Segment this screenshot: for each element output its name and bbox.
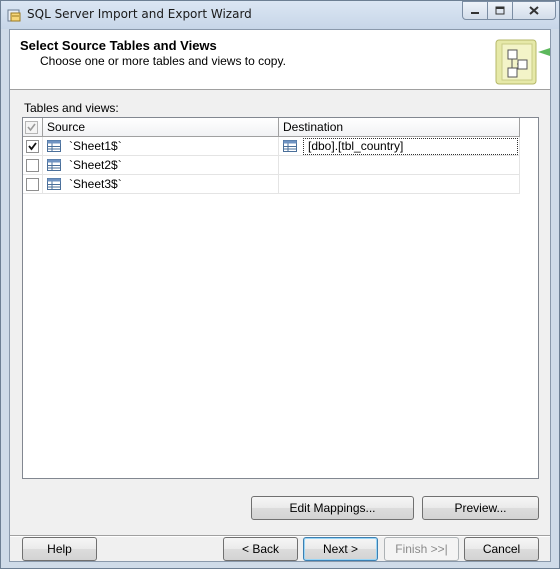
- source-cell[interactable]: `Sheet3$`: [43, 175, 279, 194]
- maximize-icon: [495, 6, 505, 15]
- destination-cell[interactable]: [279, 175, 520, 194]
- column-header-destination[interactable]: Destination: [279, 118, 520, 137]
- finish-button[interactable]: Finish >>|: [384, 537, 459, 561]
- minimize-button[interactable]: [462, 1, 488, 20]
- select-all-checkbox[interactable]: [25, 120, 38, 134]
- row-checkbox[interactable]: [26, 177, 39, 191]
- row-check-cell[interactable]: [23, 156, 43, 175]
- wizard-banner-icon: [495, 39, 550, 85]
- table-row[interactable]: `Sheet1$` [dbo].[tbl_country]: [23, 137, 520, 156]
- edit-mappings-button[interactable]: Edit Mappings...: [251, 496, 414, 520]
- check-icon: [27, 123, 36, 131]
- table-row[interactable]: `Sheet3$`: [23, 175, 520, 194]
- source-name: `Sheet3$`: [69, 177, 122, 191]
- source-name: `Sheet1$`: [69, 139, 122, 153]
- caption-buttons: [462, 1, 556, 21]
- maximize-button[interactable]: [487, 1, 513, 20]
- check-icon: [28, 141, 37, 150]
- table-icon: [47, 178, 61, 190]
- wizard-app-icon: [7, 9, 21, 22]
- destination-dropdown[interactable]: [dbo].[tbl_country]: [303, 137, 518, 155]
- table-icon: [47, 159, 61, 171]
- source-name: `Sheet2$`: [69, 158, 122, 172]
- source-cell[interactable]: `Sheet1$`: [43, 137, 279, 156]
- page-title: Select Source Tables and Views: [20, 38, 217, 53]
- preview-button[interactable]: Preview...: [422, 496, 539, 520]
- select-all-header[interactable]: [23, 118, 43, 137]
- destination-cell[interactable]: [dbo].[tbl_country]: [279, 137, 520, 156]
- cancel-button[interactable]: Cancel: [464, 537, 539, 561]
- row-check-cell[interactable]: [23, 137, 43, 156]
- title-bar[interactable]: SQL Server Import and Export Wizard: [1, 1, 559, 29]
- table-row[interactable]: `Sheet2$`: [23, 156, 520, 175]
- close-icon: [529, 6, 539, 15]
- page-header: Select Source Tables and Views Choose on…: [10, 30, 550, 90]
- next-button[interactable]: Next >: [303, 537, 378, 561]
- help-button[interactable]: Help: [22, 537, 97, 561]
- row-checkbox[interactable]: [26, 158, 39, 172]
- destination-name: [dbo].[tbl_country]: [308, 139, 404, 153]
- wizard-client-area: Select Source Tables and Views Choose on…: [9, 29, 551, 562]
- row-check-cell[interactable]: [23, 175, 43, 194]
- window-title: SQL Server Import and Export Wizard: [27, 7, 252, 21]
- wizard-window: SQL Server Import and Export Wizard Sele…: [0, 0, 560, 569]
- tables-grid: Source Destination `Sheet1$` [dbo].[tbl_…: [22, 117, 539, 479]
- source-cell[interactable]: `Sheet2$`: [43, 156, 279, 175]
- minimize-icon: [471, 11, 479, 14]
- page-subtitle: Choose one or more tables and views to c…: [40, 54, 286, 68]
- tables-and-views-label: Tables and views:: [24, 101, 119, 115]
- table-icon: [283, 140, 297, 152]
- table-icon: [47, 140, 61, 152]
- back-button[interactable]: < Back: [223, 537, 298, 561]
- column-header-source[interactable]: Source: [43, 118, 279, 137]
- close-button[interactable]: [512, 1, 556, 20]
- row-checkbox[interactable]: [26, 139, 39, 153]
- destination-cell[interactable]: [279, 156, 520, 175]
- grid-header: Source Destination: [23, 118, 520, 137]
